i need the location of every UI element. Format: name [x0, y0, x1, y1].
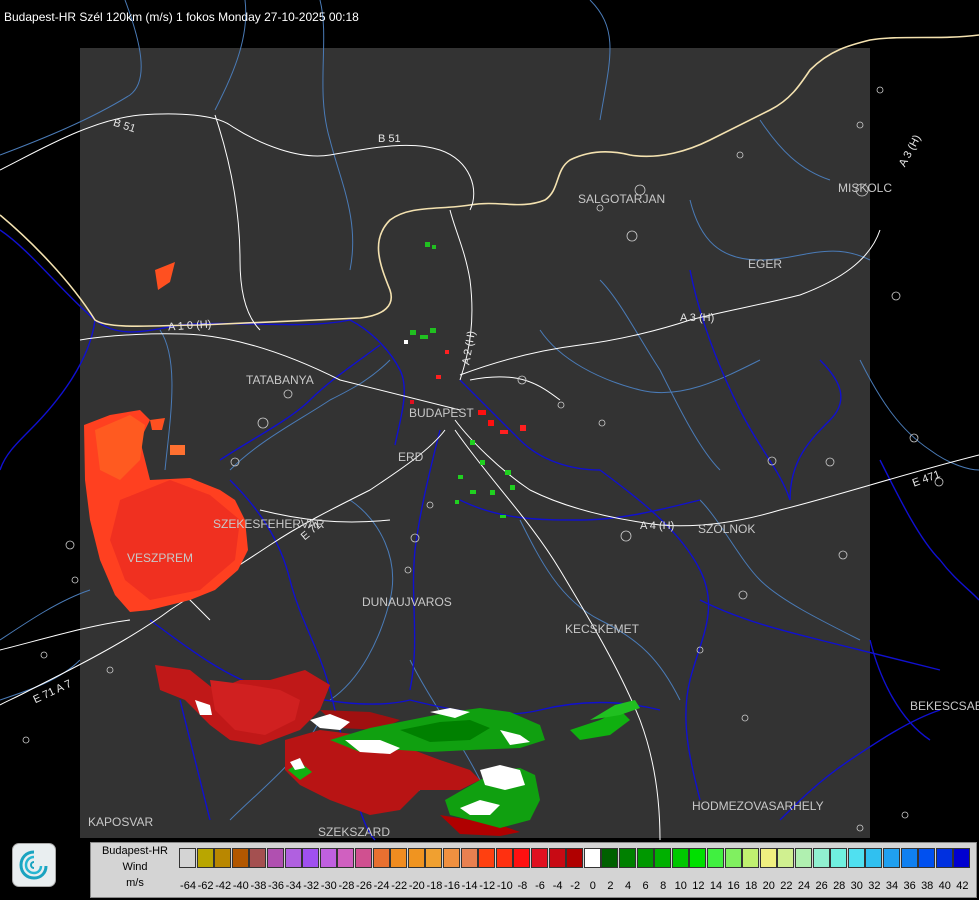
legend-swatch	[636, 848, 654, 868]
legend-swatch	[759, 848, 777, 868]
legend-swatch	[935, 848, 953, 868]
city-label-szolnok: SZOLNOK	[698, 522, 756, 536]
legend-swatch	[918, 848, 936, 868]
city-label-eger: EGER	[748, 257, 783, 271]
legend-swatch	[355, 848, 372, 868]
city-label-tatabanya: TATABANYA	[246, 373, 314, 387]
legend-swatch	[953, 848, 971, 868]
legend-swatch	[619, 848, 636, 868]
legend-swatch	[407, 848, 425, 868]
legend-swatch	[196, 848, 214, 868]
legend-swatch	[443, 848, 460, 868]
legend-swatch	[795, 848, 812, 868]
legend-swatch	[495, 848, 513, 868]
legend-swatch	[513, 848, 531, 868]
legend-swatch	[231, 848, 249, 868]
city-label-miskolc: MISKOLC	[838, 181, 893, 195]
legend-swatch	[566, 848, 584, 868]
legend-swatch	[302, 848, 320, 868]
city-label-szekszard: SZEKSZARD	[318, 825, 391, 839]
map-title: Budapest-HR Szél 120km (m/s) 1 fokos Mon…	[4, 10, 359, 24]
legend-swatch	[425, 848, 443, 868]
legend-swatch	[601, 848, 619, 868]
legend-title-line: Wind	[122, 861, 148, 873]
legend-swatch	[548, 848, 566, 868]
city-label-kaposvar: KAPOSVAR	[88, 815, 154, 829]
legend-swatch	[284, 848, 302, 868]
legend-swatch	[337, 848, 355, 868]
legend-swatch	[390, 848, 408, 868]
legend-swatch	[372, 848, 390, 868]
legend-title: Budapest-HR Wind m/s	[91, 843, 179, 897]
road-label-a4: A 4 (H)	[640, 520, 675, 532]
city-label-hodmezovasarhely: HODMEZOVASARHELY	[692, 799, 824, 813]
legend-swatch	[812, 848, 830, 868]
color-legend: Budapest-HR Wind m/s -64 -62 -42 -40 -38 -36-…	[90, 842, 977, 898]
legend-swatch	[689, 848, 707, 868]
legend-swatch	[865, 848, 883, 868]
city-label-dunaujvaros: DUNAUJVAROS	[362, 595, 452, 609]
legend-title-line: m/s	[126, 877, 144, 889]
legend-swatch	[707, 848, 724, 868]
legend-swatch	[777, 848, 795, 868]
road-label-b51-north: B 51	[378, 133, 401, 145]
legend-swatch	[460, 848, 478, 868]
city-label-erd: ERD	[398, 450, 424, 464]
legend-swatch	[900, 848, 918, 868]
road-label-a3-east: A 3 (H)	[680, 312, 715, 324]
city-label-budapest: BUDAPEST	[409, 406, 474, 420]
city-label-bekescsaba: BEKESCSABA	[910, 699, 979, 713]
legend-tick-label: 42	[956, 880, 969, 892]
radar-map: Budapest-HR Szél 120km (m/s) 1 fokos Mon…	[0, 0, 979, 900]
legend-swatch	[214, 848, 232, 868]
legend-swatch	[830, 848, 848, 868]
legend-swatch	[724, 848, 742, 868]
legend-swatch	[478, 848, 496, 868]
legend-swatch	[847, 848, 865, 868]
city-label-salgotarjan: SALGOTARJAN	[578, 192, 666, 206]
city-label-veszprem: VESZPREM	[127, 551, 194, 565]
legend-swatch	[249, 848, 267, 868]
legend-swatch	[267, 848, 284, 868]
legend-swatch	[179, 848, 196, 868]
legend-swatch	[883, 848, 900, 868]
omsz-logo	[12, 843, 56, 887]
legend-swatch	[319, 848, 337, 868]
legend-title-line: Budapest-HR	[101, 845, 169, 857]
city-label-kecskemet: KECSKEMET	[565, 622, 640, 636]
legend-swatch	[671, 848, 689, 868]
map-canvas	[0, 0, 979, 841]
legend-swatch	[742, 848, 760, 868]
legend-swatch	[654, 848, 672, 868]
legend-swatch	[531, 848, 548, 868]
legend-swatch	[583, 848, 601, 868]
